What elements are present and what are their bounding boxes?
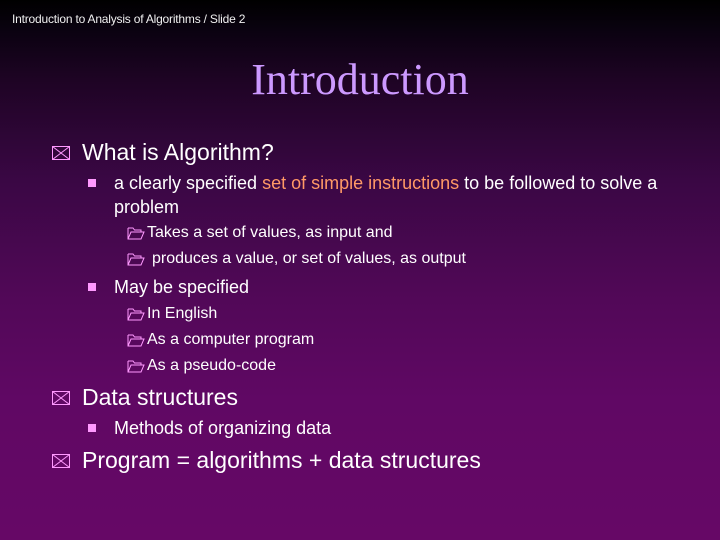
item-text: As a pseudo-code xyxy=(147,357,276,374)
subbullet-may-be-specified: May be specified xyxy=(88,275,674,299)
item-text: Takes a set of values, as input and xyxy=(147,224,393,241)
open-folder-icon xyxy=(127,334,145,347)
open-folder-icon xyxy=(127,360,145,373)
subsub-item-pseudo-code: As a pseudo-code xyxy=(127,356,276,376)
envelope-x-icon xyxy=(52,454,70,468)
square-bullet-icon xyxy=(88,283,96,291)
subbullet-text: Methods of organizing data xyxy=(114,418,332,438)
bullet-text: Data structures xyxy=(82,384,238,410)
bullet-data-structures: Data structures xyxy=(52,384,238,410)
subsub-item-english: In English xyxy=(127,304,217,324)
subsub-item-produces-output: produces a value, or set of values, as o… xyxy=(127,249,466,269)
item-text: produces a value, or set of values, as o… xyxy=(152,250,466,267)
open-folder-icon xyxy=(127,227,145,240)
bullet-program-equation: Program = algorithms + data structures xyxy=(52,447,481,473)
envelope-x-icon xyxy=(52,146,70,160)
open-folder-icon xyxy=(127,253,145,266)
subbullet-text: May be specified xyxy=(114,277,250,297)
slide-header: Introduction to Analysis of Algorithms /… xyxy=(12,12,246,26)
slide-title: Introduction xyxy=(251,55,469,104)
subbullet-definition: a clearly specified set of simple instru… xyxy=(88,171,674,219)
open-folder-icon xyxy=(127,308,145,321)
square-bullet-icon xyxy=(88,424,96,432)
bullet-what-is-algorithm: What is Algorithm? xyxy=(52,139,274,165)
item-text: As a computer program xyxy=(147,331,315,348)
definition-highlight: set of simple instructions xyxy=(262,173,460,193)
subsub-item-computer-program: As a computer program xyxy=(127,330,314,350)
subsub-item-takes-input: Takes a set of values, as input and xyxy=(127,223,392,243)
envelope-x-icon xyxy=(52,391,70,405)
bullet-text: What is Algorithm? xyxy=(82,139,274,165)
subbullet-methods: Methods of organizing data xyxy=(88,416,674,440)
item-text: In English xyxy=(147,305,218,322)
square-bullet-icon xyxy=(88,179,96,187)
definition-text-pre: a clearly specified xyxy=(114,173,263,193)
bullet-text: Program = algorithms + data structures xyxy=(82,447,481,473)
